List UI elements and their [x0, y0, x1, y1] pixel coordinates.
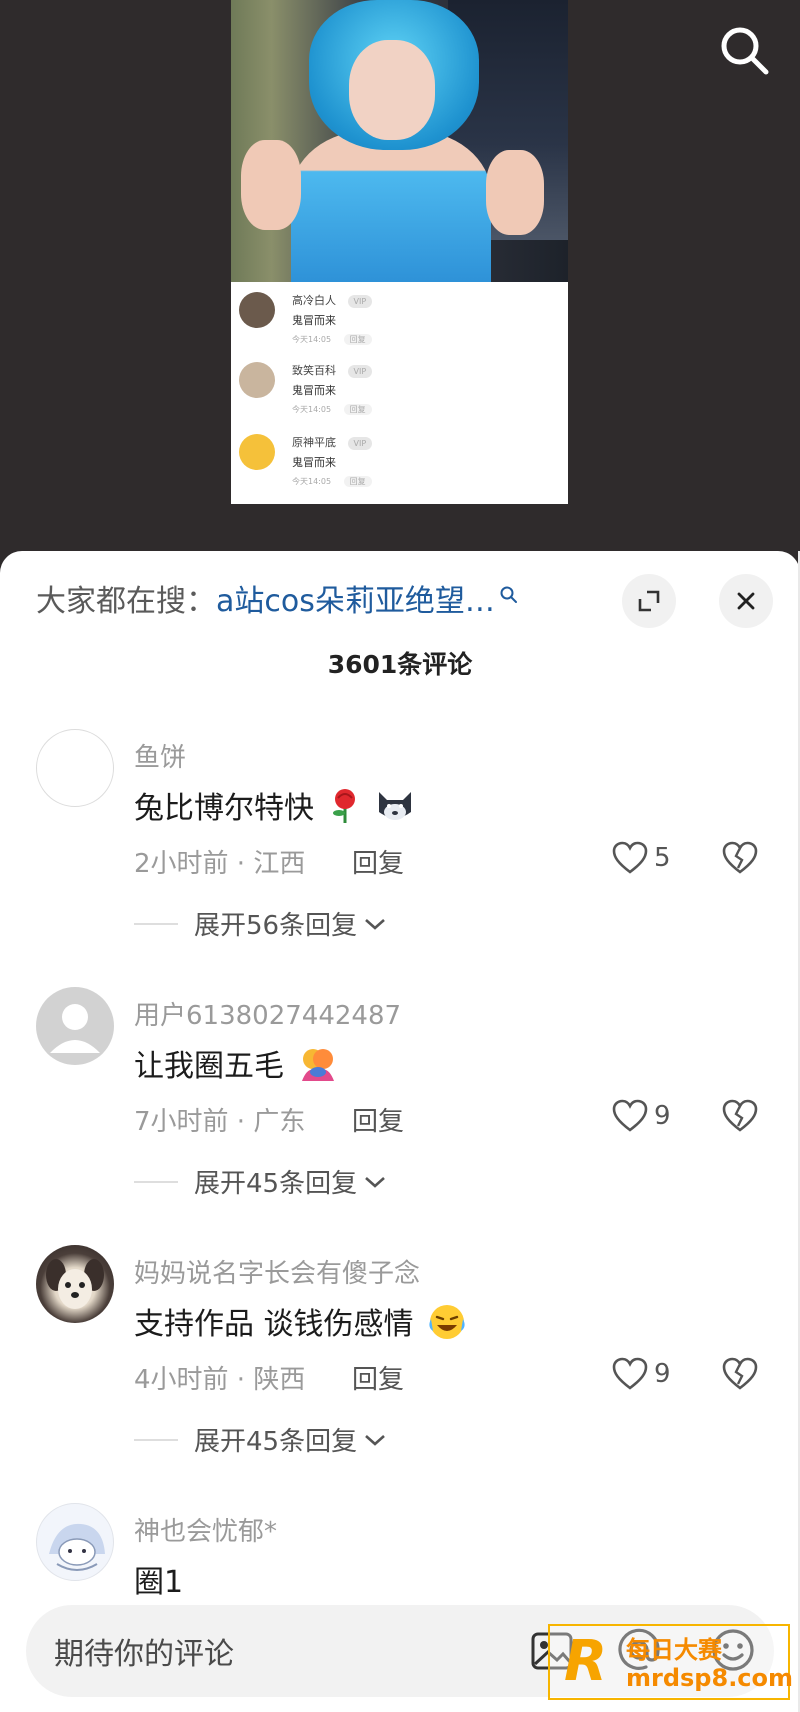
reply-button[interactable]: 回复	[352, 843, 404, 880]
default-user-icon	[50, 1004, 100, 1053]
comment-text: 圈1	[134, 1565, 184, 1600]
watermark-site: mrdsp8.com	[626, 1664, 794, 1692]
vip-badge: VIP	[347, 436, 373, 450]
cosplayer-face	[349, 40, 435, 140]
close-button[interactable]	[719, 574, 773, 628]
fullscreen-button[interactable]	[622, 574, 676, 628]
video-comment-card: 高冷白人 VIP 鬼冒而来 今天14:05 回复 致笑百科 VIP 鬼冒而来 今…	[231, 282, 568, 504]
vip-badge: VIP	[347, 364, 373, 378]
hug-emoji-icon	[298, 1045, 338, 1091]
divider	[134, 1438, 178, 1441]
comment-text: 支持作品 谈钱伤感情	[134, 1307, 414, 1342]
comment-username[interactable]: 鱼饼	[134, 737, 186, 774]
heart-icon	[612, 841, 648, 874]
search-icon[interactable]	[718, 24, 772, 78]
avatar[interactable]	[36, 1503, 114, 1581]
trending-prefix: 大家都在搜：	[36, 584, 216, 619]
reply-button[interactable]: 回复	[352, 1101, 404, 1138]
comment-meta: 4小时前 · 陕西	[134, 1365, 306, 1395]
chevron-down-icon	[365, 1434, 385, 1446]
video-area: 高冷白人 VIP 鬼冒而来 今天14:05 回复 致笑百科 VIP 鬼冒而来 今…	[0, 0, 800, 560]
comment-count: 3601条评论	[327, 650, 473, 679]
comment-item: 用户6138027442487 让我圈五毛 7小时前 · 广东 回复 9 展开4…	[0, 987, 800, 1237]
like-button[interactable]: 9	[612, 1355, 682, 1395]
dislike-button[interactable]	[722, 841, 758, 877]
expand-replies-button[interactable]: 展开45条回复	[134, 1163, 387, 1203]
comment-text: 让我圈五毛	[134, 1049, 284, 1084]
avatar[interactable]	[36, 1245, 114, 1323]
mini-reply-button: 回复	[343, 404, 372, 415]
comment-meta: 7小时前 · 广东	[134, 1107, 306, 1137]
avatar	[239, 362, 275, 398]
laugh-cry-emoji-icon	[427, 1303, 467, 1349]
broken-heart-icon	[722, 1357, 758, 1390]
comment-item: 妈妈说名字长会有傻子念 支持作品 谈钱伤感情 4小时前 · 陕西 回复 9 展开…	[0, 1245, 800, 1495]
avatar[interactable]	[36, 987, 114, 1065]
mini-comment: 原神平底 VIP 鬼冒而来 今天14:05 回复	[239, 424, 559, 490]
mini-comment-text: 鬼冒而来	[292, 456, 336, 469]
watermark-logo: R	[564, 1629, 608, 1694]
trending-search[interactable]: 大家都在搜：a站cos朵莉亚绝望…	[36, 581, 519, 623]
mini-comment: 致笑百科 VIP 鬼冒而来 今天14:05 回复	[239, 352, 559, 418]
mini-comment: 高冷白人 VIP 鬼冒而来 今天14:05 回复	[239, 282, 559, 348]
like-count: 5	[654, 843, 671, 873]
like-count: 9	[654, 1101, 671, 1131]
watermark-brand: 每日大赛	[626, 1636, 722, 1664]
vip-badge: VIP	[347, 294, 373, 308]
comment-text: 兔比博尔特快	[134, 791, 314, 826]
avatar[interactable]	[36, 729, 114, 807]
expand-replies-button[interactable]: 展开45条回复	[134, 1421, 387, 1461]
expand-replies-label: 展开56条回复	[194, 911, 358, 941]
peace-hand-right	[486, 150, 544, 235]
mini-comment-name: 原神平底	[292, 436, 336, 449]
mini-comment-name: 高冷白人	[292, 294, 336, 307]
anime-avatar-icon	[49, 1523, 105, 1571]
heart-icon	[612, 1357, 648, 1390]
expand-replies-label: 展开45条回复	[194, 1169, 358, 1199]
video-frame[interactable]	[231, 0, 568, 282]
reply-button[interactable]: 回复	[352, 1359, 404, 1396]
like-button[interactable]: 5	[612, 839, 682, 879]
divider	[134, 922, 178, 925]
mini-reply-button: 回复	[343, 476, 372, 487]
mini-reply-button: 回复	[343, 334, 372, 345]
like-button[interactable]: 9	[612, 1097, 682, 1137]
close-icon	[737, 592, 755, 610]
comment-username[interactable]: 神也会忧郁*	[134, 1511, 277, 1548]
watermark: R 每日大赛 mrdsp8.com	[548, 1624, 794, 1700]
comment-item: 鱼饼 兔比博尔特快 2小时前 · 江西 回复 5 展开56条回复	[0, 729, 800, 979]
trending-query[interactable]: a站cos朵莉亚绝望…	[216, 584, 495, 619]
comment-sheet: 大家都在搜：a站cos朵莉亚绝望… 3601条评论 鱼饼 兔比博尔特快 2小时前…	[0, 551, 800, 1712]
search-icon	[499, 575, 519, 617]
divider	[134, 1180, 178, 1183]
dog-photo-icon	[46, 1259, 104, 1309]
cosplayer-body	[291, 130, 491, 282]
avatar	[239, 292, 275, 328]
husky-emoji-icon	[375, 788, 415, 832]
expand-replies-label: 展开45条回复	[194, 1427, 358, 1457]
comment-username[interactable]: 用户6138027442487	[134, 995, 401, 1032]
heart-icon	[612, 1099, 648, 1132]
broken-heart-icon	[722, 841, 758, 874]
mini-comment-time: 今天14:05	[292, 335, 332, 344]
comment-input-placeholder: 期待你的评论	[54, 1637, 234, 1672]
peace-hand-left	[241, 140, 301, 230]
broken-heart-icon	[722, 1099, 758, 1132]
mini-comment-time: 今天14:05	[292, 477, 332, 486]
dislike-button[interactable]	[722, 1099, 758, 1135]
expand-icon	[638, 590, 660, 612]
mini-comment-time: 今天14:05	[292, 405, 332, 414]
mini-comment-text: 鬼冒而来	[292, 384, 336, 397]
mini-comment-name: 致笑百科	[292, 364, 336, 377]
comment-username[interactable]: 妈妈说名字长会有傻子念	[134, 1253, 420, 1290]
rose-emoji-icon	[328, 788, 362, 832]
like-count: 9	[654, 1359, 671, 1389]
mini-comment-text: 鬼冒而来	[292, 314, 336, 327]
avatar	[239, 434, 275, 470]
expand-replies-button[interactable]: 展开56条回复	[134, 905, 387, 945]
dislike-button[interactable]	[722, 1357, 758, 1393]
chevron-down-icon	[365, 918, 385, 930]
chevron-down-icon	[365, 1176, 385, 1188]
comment-meta: 2小时前 · 江西	[134, 849, 306, 879]
